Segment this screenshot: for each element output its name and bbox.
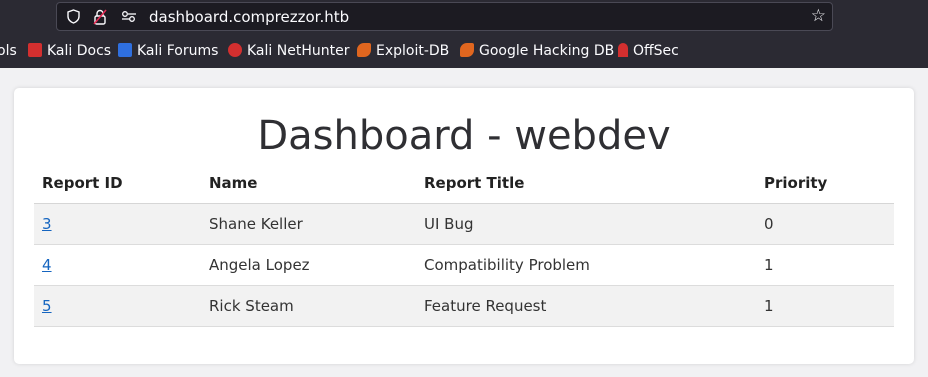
column-header-report-id: Report ID xyxy=(34,163,201,204)
report-link[interactable]: 4 xyxy=(42,256,52,274)
report-title-cell: UI Bug xyxy=(416,203,756,245)
reports-table: Report ID Name Report Title Priority 3 S… xyxy=(34,163,894,327)
table-row: 5 Rick Steam Feature Request 1 xyxy=(34,285,894,327)
bookmark-label: ols xyxy=(0,43,17,59)
lock-warning-icon[interactable] xyxy=(93,9,107,30)
bookmark-exploit-db[interactable]: Exploit-DB xyxy=(357,42,449,60)
kali-forums-icon xyxy=(118,43,132,57)
offsec-icon xyxy=(618,43,628,57)
bookmark-label: Google Hacking DB xyxy=(479,43,615,59)
priority-cell: 1 xyxy=(756,244,894,286)
bookmark-offsec[interactable]: OffSec xyxy=(618,42,679,60)
ghdb-icon xyxy=(460,43,474,57)
report-id-cell: 3 xyxy=(34,203,201,245)
bookmark-star-icon[interactable]: ☆ xyxy=(811,7,826,26)
report-id-cell: 4 xyxy=(34,244,201,286)
report-title-cell: Compatibility Problem xyxy=(416,244,756,286)
table-row: 4 Angela Lopez Compatibility Problem 1 xyxy=(34,244,894,286)
bookmark-label: Exploit-DB xyxy=(376,43,450,59)
bookmarks-toolbar: ols Kali Docs Kali Forums Kali NetHunter… xyxy=(0,38,928,64)
name-cell: Angela Lopez xyxy=(201,244,416,286)
kali-nethunter-icon xyxy=(228,43,242,57)
priority-cell: 0 xyxy=(756,203,894,245)
report-link[interactable]: 5 xyxy=(42,297,52,315)
dashboard-card: Dashboard - webdev Report ID Name Report… xyxy=(14,88,914,364)
kali-docs-icon xyxy=(28,43,42,57)
address-bar[interactable]: dashboard.comprezzor.htb ☆ xyxy=(56,2,833,31)
bookmark-label: Kali Forums xyxy=(137,43,219,59)
bookmark-label: Kali Docs xyxy=(47,43,112,59)
column-header-report-title: Report Title xyxy=(416,163,756,204)
bookmark-label: Kali NetHunter xyxy=(247,43,350,59)
name-cell: Shane Keller xyxy=(201,203,416,245)
column-header-priority: Priority xyxy=(756,163,894,204)
browser-toolbar: dashboard.comprezzor.htb ☆ ols Kali Docs… xyxy=(0,0,928,68)
report-id-cell: 5 xyxy=(34,285,201,327)
permissions-icon[interactable] xyxy=(121,9,137,28)
bookmark-tools[interactable]: ols xyxy=(0,42,17,60)
report-link[interactable]: 3 xyxy=(42,215,52,233)
bookmark-kali-docs[interactable]: Kali Docs xyxy=(28,42,111,60)
bookmark-label: OffSec xyxy=(633,43,679,59)
bookmark-kali-nethunter[interactable]: Kali NetHunter xyxy=(228,42,349,60)
priority-cell: 1 xyxy=(756,285,894,327)
table-header-row: Report ID Name Report Title Priority xyxy=(34,163,894,204)
shield-icon[interactable] xyxy=(67,9,80,29)
report-title-cell: Feature Request xyxy=(416,285,756,327)
exploit-db-icon xyxy=(357,43,371,57)
page-title: Dashboard - webdev xyxy=(257,113,671,159)
url-text[interactable]: dashboard.comprezzor.htb xyxy=(149,9,349,26)
table-row: 3 Shane Keller UI Bug 0 xyxy=(34,203,894,245)
bookmark-google-hacking-db[interactable]: Google Hacking DB xyxy=(460,42,614,60)
column-header-name: Name xyxy=(201,163,416,204)
bookmark-kali-forums[interactable]: Kali Forums xyxy=(118,42,218,60)
name-cell: Rick Steam xyxy=(201,285,416,327)
